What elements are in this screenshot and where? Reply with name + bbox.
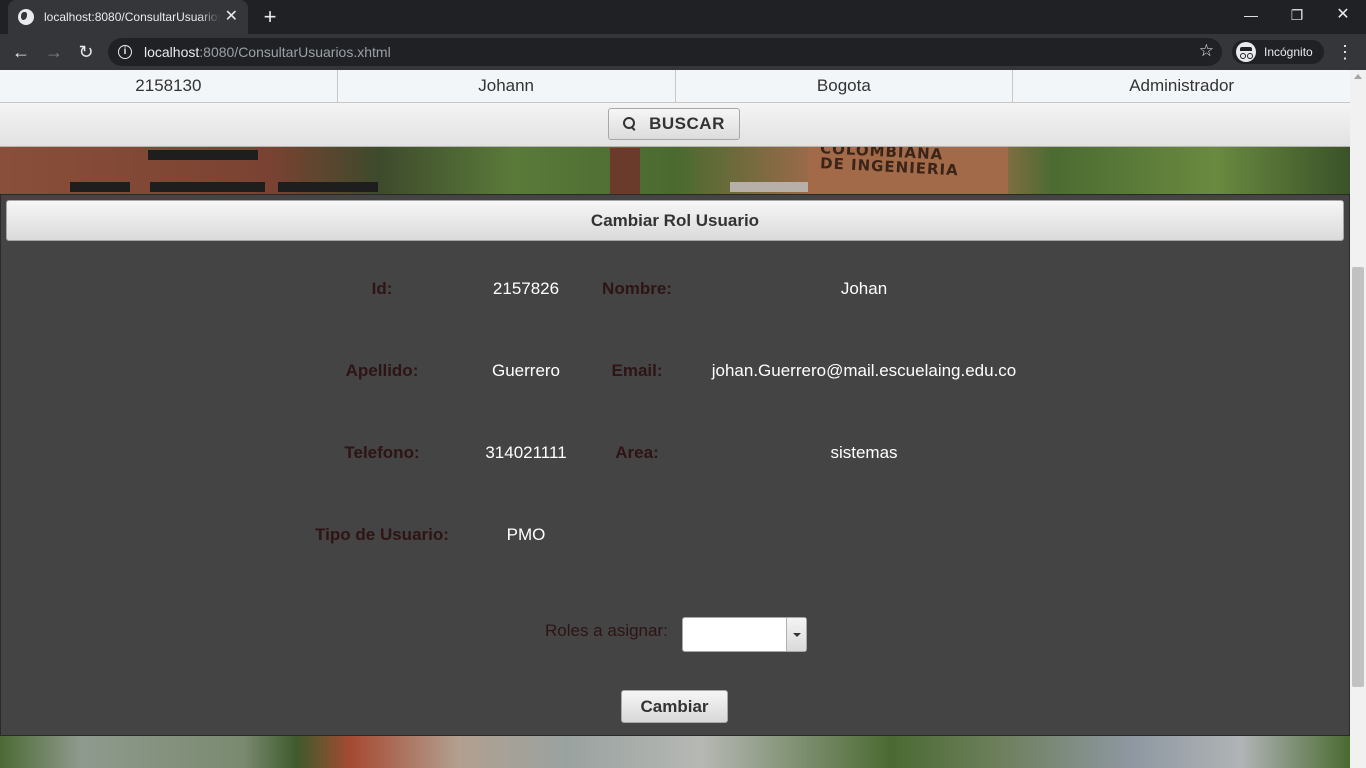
roles-selected-value[interactable] [683,618,786,651]
cell-nombre: Johann [338,70,676,102]
email-label: Email: [611,361,663,380]
roles-dropdown[interactable] [682,617,807,652]
change-role-dialog: Cambiar Rol Usuario Id: 2157826 Nombre: … [0,194,1350,736]
change-role-button[interactable]: Cambiar [621,690,728,723]
bookmark-star-icon[interactable]: ☆ [1199,41,1214,61]
back-icon[interactable]: ← [8,39,34,65]
chevron-down-icon[interactable] [786,618,806,651]
tipo-usuario-label: Tipo de Usuario: [315,525,449,544]
restore-button[interactable]: ❐ [1274,0,1320,30]
search-button[interactable]: BUSCAR [608,108,740,140]
tab-title: localhost:8080/ConsultarUsuarios.xhtml [44,10,220,24]
area-label: Area: [615,443,659,462]
new-tab-button[interactable]: + [258,5,282,29]
browser-tab[interactable]: localhost:8080/ConsultarUsuarios.xhtml ✕ [8,0,248,34]
id-value: 2157826 [492,279,560,298]
cell-rol: Administrador [1129,76,1235,95]
apellido-value: Guerrero [491,361,561,380]
nombre-label: Nombre: [602,279,672,298]
apellido-label: Apellido: [345,361,419,380]
search-icon [623,117,637,131]
scroll-up-icon[interactable] [1354,74,1362,79]
telefono-value: 314021111 [485,443,567,462]
search-button-label: BUSCAR [649,114,725,133]
close-window-button[interactable]: ✕ [1320,0,1366,30]
globe-icon [18,9,34,25]
roles-label: Roles a asignar: [545,621,668,640]
url-text: localhost:8080/ConsultarUsuarios.xhtml [144,44,391,60]
university-sign: COLOMBIANA DE INGENIERIA [808,139,1008,196]
telefono-label: Telefono: [344,443,420,462]
info-icon[interactable]: i [118,45,132,59]
incognito-icon [1236,42,1256,62]
page-scrollbar[interactable] [1350,70,1366,768]
minimize-button[interactable]: — [1228,0,1274,30]
cell-ciudad: Bogota [676,70,1014,102]
incognito-badge[interactable]: Incógnito [1232,40,1324,64]
tipo-usuario-value: PMO [506,525,546,544]
id-label: Id: [371,279,393,298]
browser-tabstrip: localhost:8080/ConsultarUsuarios.xhtml ✕… [0,0,1366,34]
email-value: johan.Guerrero@mail.escuelaing.edu.co [711,361,1017,380]
area-value: sistemas [830,443,898,462]
campus-background-bottom [0,736,1350,768]
nombre-value: Johan [840,279,888,298]
search-toolbar: BUSCAR [0,103,1350,147]
reload-icon[interactable]: ↻ [73,39,99,65]
forward-icon[interactable]: → [41,39,67,65]
close-tab-icon[interactable]: ✕ [225,9,238,25]
page-viewport: COLOMBIANA DE INGENIERIA 2158130 Johann … [0,70,1350,768]
browser-menu-icon[interactable]: ⋮ [1336,39,1354,65]
table-row[interactable]: 2158130 Johann Bogota Administrador [0,70,1350,103]
cell-id: 2158130 [0,70,338,102]
scrollbar-thumb[interactable] [1352,267,1364,687]
dialog-title: Cambiar Rol Usuario [6,200,1344,241]
incognito-label: Incógnito [1264,45,1313,59]
address-bar[interactable]: i localhost:8080/ConsultarUsuarios.xhtml… [108,38,1222,66]
browser-toolbar: ← → ↻ i localhost:8080/ConsultarUsuarios… [0,34,1366,70]
campus-background-top [0,146,1350,196]
